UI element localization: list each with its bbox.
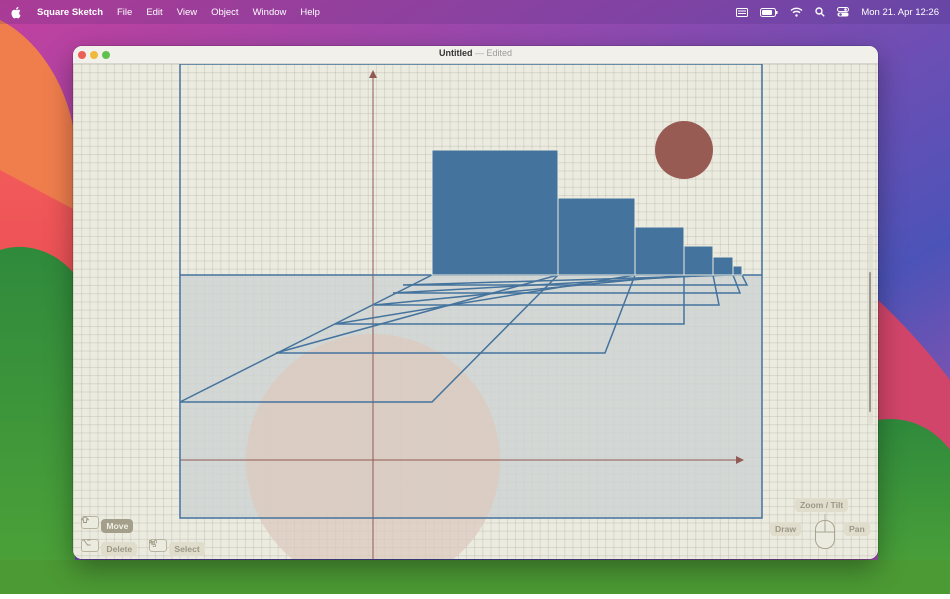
control-center-icon[interactable] — [837, 7, 850, 17]
title-separator: — — [474, 48, 484, 58]
square-3 — [634, 226, 685, 276]
keyboard-icon[interactable] — [736, 7, 749, 17]
square-5 — [712, 256, 734, 276]
menu-app-name[interactable]: Square Sketch — [34, 7, 110, 18]
search-icon[interactable] — [815, 7, 826, 17]
select-hint: Select — [149, 539, 205, 556]
delete-label: Delete — [101, 542, 138, 556]
move-hint: Move — [81, 516, 134, 533]
document-status: Edited — [486, 48, 513, 58]
menu-view[interactable]: View — [170, 7, 204, 18]
shift-key-icon — [81, 516, 99, 529]
app-window: Untitled — Edited Move Delete Select Zoo… — [73, 46, 878, 559]
apple-menu-icon[interactable] — [11, 5, 25, 19]
window-titlebar[interactable]: Untitled — Edited — [73, 46, 878, 64]
drawing-canvas[interactable]: Move Delete Select Zoom / Tilt Draw Pan — [73, 64, 878, 559]
draw-label: Draw — [770, 522, 802, 536]
menu-file[interactable]: File — [110, 7, 139, 18]
delete-hint: Delete — [81, 539, 138, 556]
square-4 — [683, 245, 714, 276]
command-key-icon — [149, 539, 167, 552]
pan-hint: Pan — [844, 522, 870, 536]
menu-bar: Square Sketch File Edit View Object Wind… — [0, 0, 950, 24]
sun-circle-shape[interactable] — [655, 121, 713, 179]
draw-hint: Draw — [770, 522, 802, 536]
menu-object[interactable]: Object — [204, 7, 245, 18]
zoom-tilt-hint: Zoom / Tilt — [795, 498, 849, 512]
status-area: Mon 21. Apr 12:26 — [736, 0, 939, 24]
pan-label: Pan — [844, 522, 870, 536]
square-6 — [732, 265, 743, 276]
vertical-axis-arrowhead — [369, 70, 377, 78]
wifi-icon[interactable] — [790, 7, 803, 17]
menu-window[interactable]: Window — [246, 7, 294, 18]
menu-bar-clock[interactable]: Mon 21. Apr 12:26 — [861, 7, 939, 18]
window-title: Untitled — Edited — [73, 48, 878, 58]
zoom-tilt-label: Zoom / Tilt — [795, 498, 849, 512]
scrollbar-thumb[interactable] — [869, 272, 871, 412]
move-label: Move — [101, 519, 134, 533]
square-2 — [557, 197, 636, 276]
menu-edit[interactable]: Edit — [139, 7, 169, 18]
battery-icon[interactable] — [760, 7, 778, 17]
vertical-scrollbar[interactable] — [867, 234, 873, 424]
option-key-icon — [81, 539, 99, 552]
square-1 — [431, 149, 559, 276]
select-label: Select — [169, 542, 205, 556]
document-name: Untitled — [438, 48, 473, 58]
menu-help[interactable]: Help — [293, 7, 327, 18]
